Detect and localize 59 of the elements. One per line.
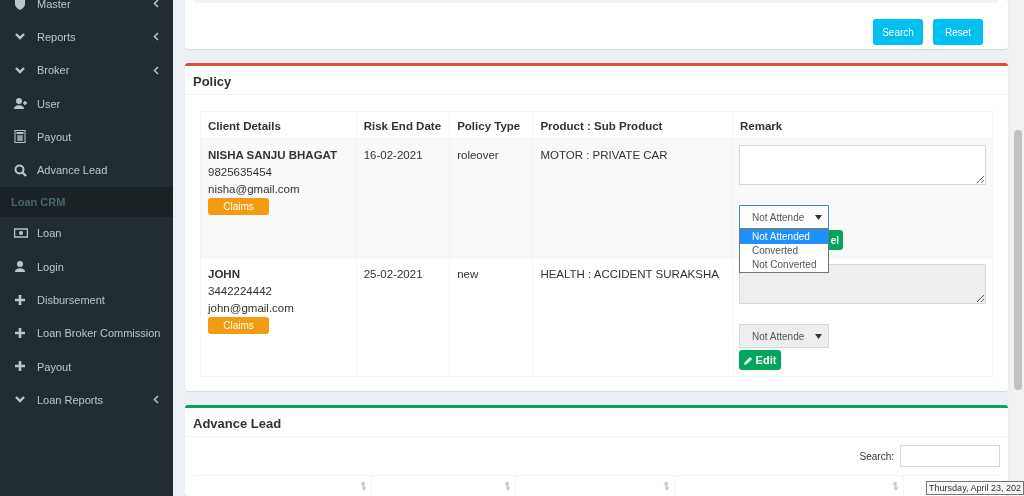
sidebar-item[interactable]: Broker — [0, 53, 173, 87]
table-cell: 16-02-2021 — [356, 138, 450, 258]
status-dropdown[interactable]: Not Attende — [739, 205, 829, 229]
person-icon — [14, 260, 28, 274]
sidebar-item[interactable]: Disbursement — [0, 283, 173, 317]
sort-icon — [504, 481, 511, 491]
chevron-left-icon — [153, 32, 159, 42]
calculator-icon — [14, 130, 28, 144]
column-header: Product : Sub Product — [532, 111, 733, 139]
sidebar-item[interactable]: Payout — [0, 120, 173, 154]
plus-icon — [14, 360, 28, 374]
column-header: Risk End Date — [356, 111, 450, 139]
sidebar-item[interactable]: User — [0, 86, 173, 121]
search-icon — [14, 163, 28, 177]
plus-icon — [14, 326, 28, 340]
search-field[interactable] — [900, 445, 1000, 467]
panel-title: Advance Lead — [185, 408, 1008, 437]
user-add-icon — [14, 97, 28, 111]
shield-icon — [14, 0, 28, 11]
remark-field[interactable] — [739, 145, 986, 185]
column-header: Policy Type — [449, 111, 533, 139]
banknote-icon — [14, 226, 28, 240]
sidebar-item[interactable]: Reports — [0, 20, 173, 54]
client-name: JOHN — [208, 267, 241, 282]
sort-icon — [663, 481, 670, 491]
pencil-icon — [743, 355, 753, 365]
dropdown-option[interactable]: Converted — [740, 244, 828, 258]
caret-down-icon — [815, 333, 822, 339]
sidebar-item[interactable]: Loan Reports — [0, 383, 173, 417]
sidebar-item[interactable]: Advance Lead — [0, 153, 173, 187]
table-cell: HEALTH : ACCIDENT SURAKSHA — [532, 257, 733, 377]
table-cell: roleover — [449, 138, 533, 258]
table-cell: MOTOR : PRIVATE CAR — [532, 138, 733, 258]
sidebar-item[interactable]: Payout — [0, 349, 173, 384]
dropdown-option[interactable]: Not Converted — [740, 258, 828, 272]
table-cell: 25-02-2021 — [356, 257, 450, 377]
table-cell: new — [449, 257, 533, 377]
client-email: john@gmail.com — [208, 301, 295, 316]
sidebar-item[interactable]: Login — [0, 250, 173, 284]
sidebar-item[interactable]: Loan Broker Commission — [0, 316, 173, 350]
sort-icon — [892, 481, 899, 491]
client-name: NISHA SANJU BHAGAT — [208, 148, 339, 163]
plus-icon — [14, 293, 28, 307]
date-tooltip: Thursday, April 23, 202 — [926, 481, 1024, 495]
client-phone: 9825635454 — [208, 165, 273, 180]
chevron-left-icon — [153, 395, 159, 405]
column-header: Client Details — [200, 111, 357, 139]
chevron-left-icon — [153, 0, 159, 9]
sort-icon — [360, 481, 367, 491]
client-email: nisha@gmail.com — [208, 182, 301, 197]
sidebar-item[interactable]: Master — [0, 0, 173, 21]
column-header: Remark — [732, 111, 993, 139]
panel-title: Policy — [185, 66, 1008, 95]
section-header: Loan CRM — [0, 186, 173, 217]
sidebar-item[interactable]: Loan — [0, 216, 173, 251]
chevron-left-icon — [153, 65, 159, 75]
caret-down-icon — [815, 214, 822, 220]
client-phone: 3442224442 — [208, 284, 273, 299]
search-label: Search: — [859, 450, 894, 462]
